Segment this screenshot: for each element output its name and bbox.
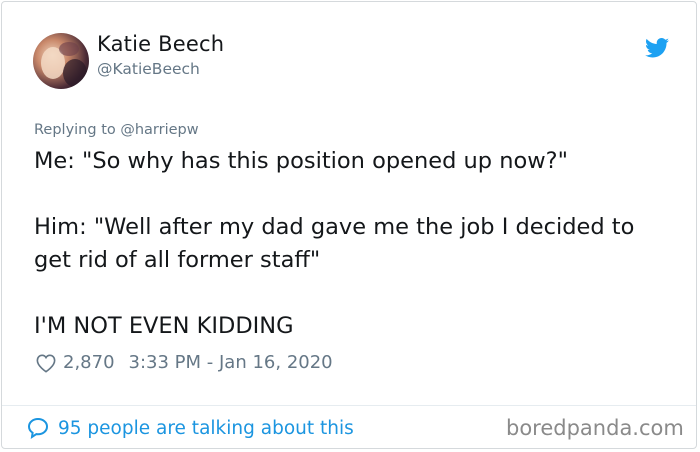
replying-prefix: Replying to xyxy=(34,122,116,138)
watermark: boredpanda.com xyxy=(506,416,684,440)
speech-bubble-icon xyxy=(27,417,49,440)
talking-label: 95 people are talking about this xyxy=(58,417,354,439)
reply-mention-link[interactable]: @harriepw xyxy=(120,122,198,138)
twitter-bird-icon[interactable] xyxy=(645,38,669,58)
user-handle[interactable]: @KatieBeech xyxy=(97,60,200,78)
tweet-meta: 2,870 3:33 PM - Jan 16, 2020 xyxy=(35,352,333,373)
replying-to: Replying to @harriepw xyxy=(34,122,199,138)
like-count[interactable]: 2,870 xyxy=(63,352,115,373)
avatar[interactable] xyxy=(33,33,89,89)
tweet-card: Katie Beech @KatieBeech Replying to @har… xyxy=(1,1,697,449)
avatar-image xyxy=(33,33,89,89)
talking-link[interactable]: 95 people are talking about this xyxy=(26,416,354,440)
display-name[interactable]: Katie Beech xyxy=(97,32,224,56)
divider xyxy=(2,405,696,406)
tweet-text: Me: "So why has this position opened up … xyxy=(34,145,674,343)
tweet-line: I'M NOT EVEN KIDDING xyxy=(34,313,294,339)
tweet-line: Me: "So why has this position opened up … xyxy=(34,148,568,174)
timestamp-link[interactable]: 3:33 PM - Jan 16, 2020 xyxy=(129,352,333,373)
tweet-line: Him: "Well after my dad gave me the job … xyxy=(34,214,635,273)
heart-icon[interactable] xyxy=(35,353,57,373)
